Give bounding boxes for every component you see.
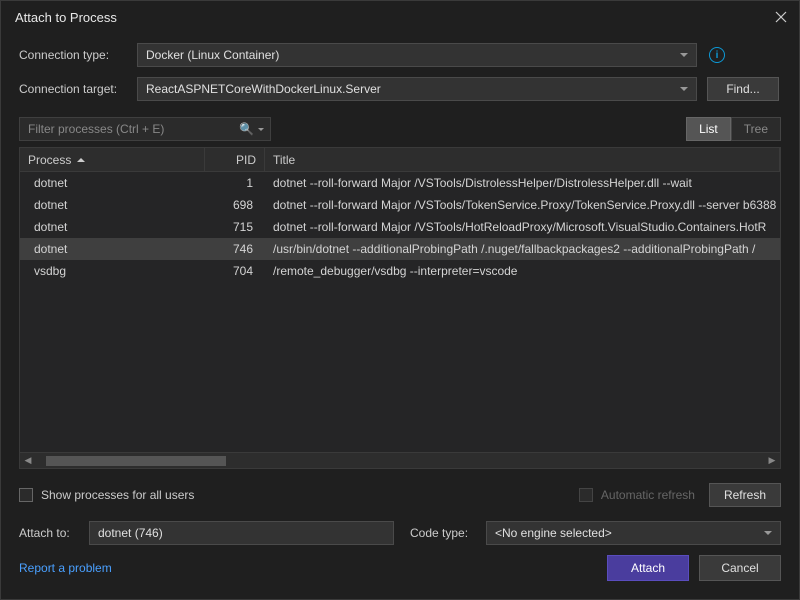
column-header-pid[interactable]: PID — [205, 148, 265, 171]
automatic-refresh-checkbox[interactable] — [579, 488, 593, 502]
refresh-button[interactable]: Refresh — [709, 483, 781, 507]
chevron-down-icon — [680, 53, 688, 57]
code-type-value: <No engine selected> — [495, 526, 612, 540]
find-button[interactable]: Find... — [707, 77, 779, 101]
info-icon[interactable]: i — [709, 47, 725, 63]
show-all-users-checkbox[interactable] — [19, 488, 33, 502]
cell-process: vsdbg — [20, 264, 205, 278]
cell-process: dotnet — [20, 242, 205, 256]
cell-title: dotnet --roll-forward Major /VSTools/Tok… — [265, 198, 780, 212]
cell-title: dotnet --roll-forward Major /VSTools/Dis… — [265, 176, 780, 190]
cell-pid: 715 — [205, 220, 265, 234]
connection-target-label: Connection target: — [19, 82, 137, 96]
connection-target-value: ReactASPNETCoreWithDockerLinux.Server — [146, 82, 381, 96]
sort-ascending-icon — [77, 158, 85, 162]
view-list-button[interactable]: List — [686, 117, 731, 141]
attach-to-input[interactable] — [89, 521, 394, 545]
cell-pid: 698 — [205, 198, 265, 212]
table-row[interactable]: dotnet715dotnet --roll-forward Major /VS… — [20, 216, 780, 238]
cell-title: dotnet --roll-forward Major /VSTools/Hot… — [265, 220, 780, 234]
chevron-down-icon — [764, 531, 772, 535]
attach-to-process-dialog: Attach to Process Connection type: Docke… — [0, 0, 800, 600]
connection-type-value: Docker (Linux Container) — [146, 48, 279, 62]
cell-process: dotnet — [20, 198, 205, 212]
report-problem-link[interactable]: Report a problem — [19, 561, 112, 575]
titlebar: Attach to Process — [1, 1, 799, 31]
close-icon[interactable] — [773, 9, 789, 25]
horizontal-scrollbar[interactable]: ◀ ▶ — [20, 452, 780, 468]
cell-title: /remote_debugger/vsdbg --interpreter=vsc… — [265, 264, 780, 278]
cancel-button[interactable]: Cancel — [699, 555, 781, 581]
cell-pid: 704 — [205, 264, 265, 278]
connection-type-dropdown[interactable]: Docker (Linux Container) — [137, 43, 697, 67]
process-table: Process PID Title dotnet1dotnet --roll-f… — [19, 147, 781, 469]
dialog-title: Attach to Process — [15, 10, 773, 25]
code-type-dropdown[interactable]: <No engine selected> — [486, 521, 781, 545]
code-type-label: Code type: — [410, 526, 486, 540]
cell-pid: 746 — [205, 242, 265, 256]
scrollbar-thumb[interactable] — [46, 456, 226, 466]
scroll-right-icon[interactable]: ▶ — [766, 455, 778, 467]
view-tree-button[interactable]: Tree — [731, 117, 781, 141]
scroll-left-icon[interactable]: ◀ — [22, 455, 34, 467]
table-row[interactable]: dotnet698dotnet --roll-forward Major /VS… — [20, 194, 780, 216]
chevron-down-icon — [680, 87, 688, 91]
connection-type-label: Connection type: — [19, 48, 137, 62]
automatic-refresh-label: Automatic refresh — [601, 488, 695, 502]
cell-title: /usr/bin/dotnet --additionalProbingPath … — [265, 242, 780, 256]
cell-pid: 1 — [205, 176, 265, 190]
filter-placeholder: Filter processes (Ctrl + E) — [28, 122, 235, 136]
table-row[interactable]: dotnet1dotnet --roll-forward Major /VSTo… — [20, 172, 780, 194]
cell-process: dotnet — [20, 176, 205, 190]
filter-options-dropdown-icon[interactable] — [258, 128, 264, 131]
table-row[interactable]: dotnet746/usr/bin/dotnet --additionalPro… — [20, 238, 780, 260]
filter-input[interactable]: Filter processes (Ctrl + E) 🔍 — [19, 117, 271, 141]
column-header-title[interactable]: Title — [265, 148, 780, 171]
attach-button[interactable]: Attach — [607, 555, 689, 581]
column-header-process[interactable]: Process — [20, 148, 205, 171]
attach-to-label: Attach to: — [19, 526, 89, 540]
table-row[interactable]: vsdbg704/remote_debugger/vsdbg --interpr… — [20, 260, 780, 282]
show-all-users-label[interactable]: Show processes for all users — [41, 488, 194, 502]
cell-process: dotnet — [20, 220, 205, 234]
connection-target-dropdown[interactable]: ReactASPNETCoreWithDockerLinux.Server — [137, 77, 697, 101]
search-icon[interactable]: 🔍 — [235, 122, 254, 136]
